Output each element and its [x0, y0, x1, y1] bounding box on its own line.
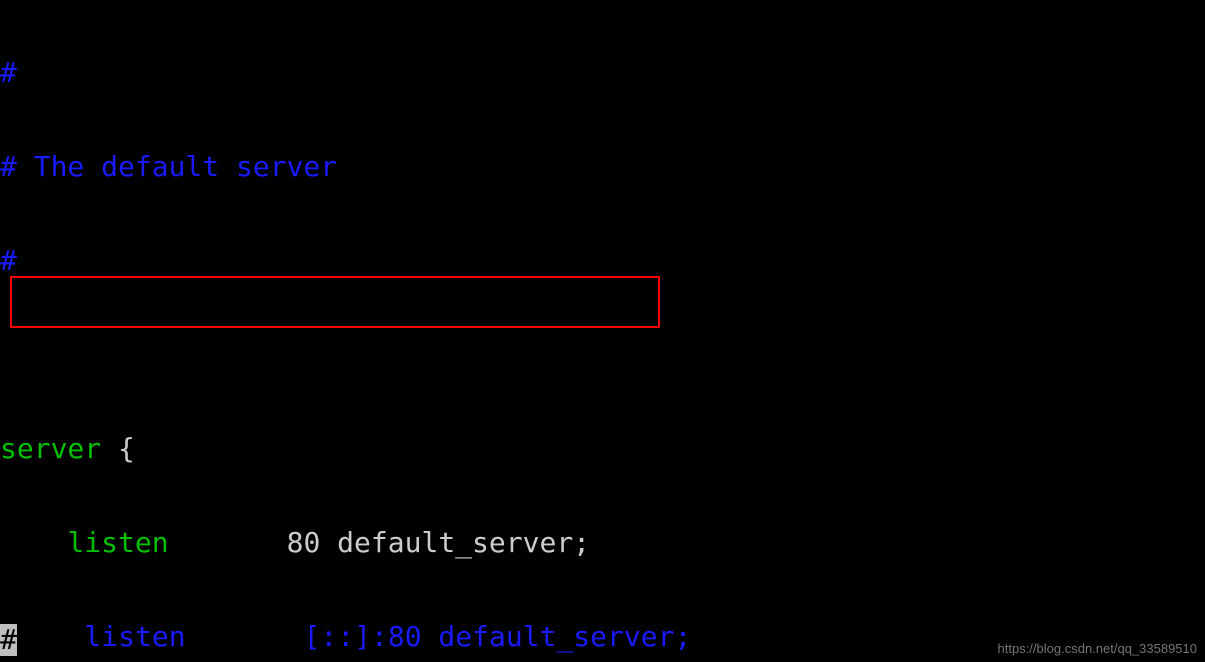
blank-line	[0, 331, 1205, 378]
text-cursor: #	[0, 624, 17, 656]
directive-value: 80 default_server;	[169, 526, 590, 559]
indent	[0, 526, 67, 559]
watermark-text: https://blog.csdn.net/qq_33589510	[998, 641, 1198, 656]
brace-open: {	[101, 432, 135, 465]
code-editor[interactable]: # # The default server # server { listen…	[0, 0, 1205, 662]
red-highlight-box	[10, 276, 660, 328]
comment-line: # The default server	[0, 150, 337, 183]
commented-listen-line: listen [::]:80 default_server;	[17, 620, 691, 653]
comment-line: #	[0, 56, 17, 89]
comment-line: #	[0, 244, 17, 277]
keyword-listen: listen	[67, 526, 168, 559]
keyword-server: server	[0, 432, 101, 465]
